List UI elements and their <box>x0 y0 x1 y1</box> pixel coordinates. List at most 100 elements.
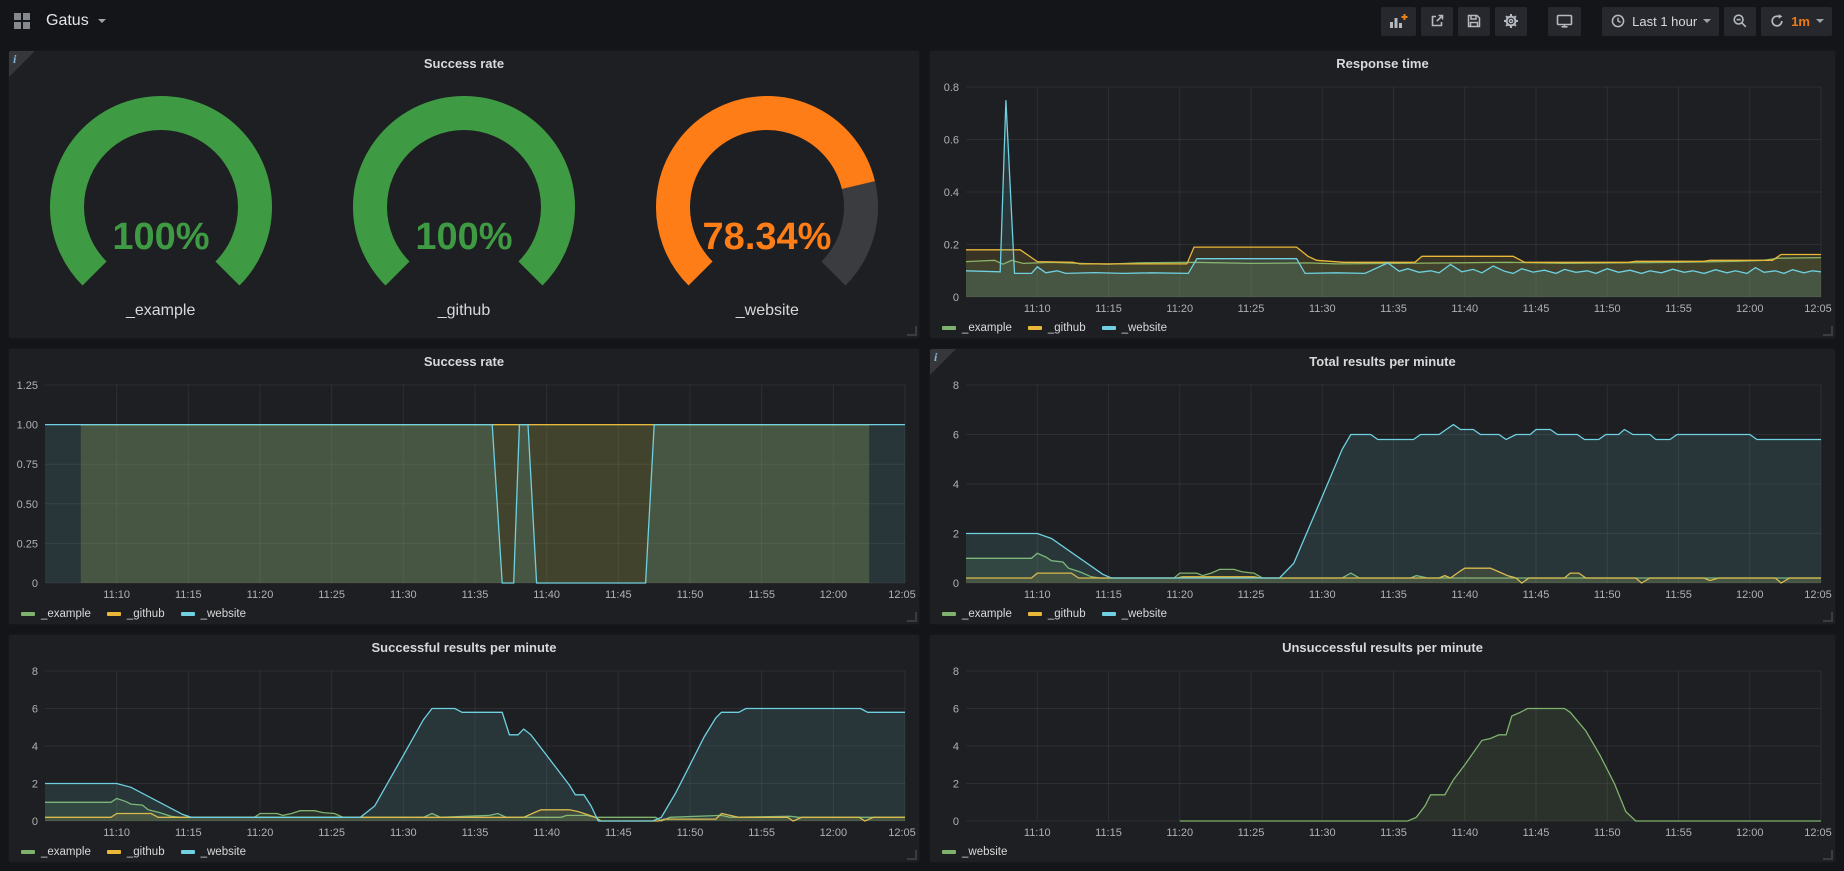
share-dashboard-button[interactable] <box>1421 7 1453 36</box>
x-axis-tick-label: 11:45 <box>1523 827 1550 839</box>
chevron-down-icon <box>98 19 106 23</box>
x-axis-tick-label: 11:45 <box>1523 303 1550 315</box>
chart-area[interactable]: 11:1011:1511:2011:2511:3011:3511:4011:45… <box>930 375 1835 603</box>
y-axis-tick-label: 0 <box>32 816 38 828</box>
x-axis-tick-label: 12:05 <box>1804 303 1832 315</box>
chart-canvas[interactable]: 11:1011:1511:2011:2511:3011:3511:4011:45… <box>930 375 1835 603</box>
x-axis-tick-label: 11:50 <box>1594 303 1621 315</box>
panel-resize-handle[interactable] <box>1823 850 1833 860</box>
chart-canvas[interactable]: 11:1011:1511:2011:2511:3011:3511:4011:45… <box>9 661 919 841</box>
x-axis-tick-label: 11:30 <box>1309 589 1336 601</box>
panel-info-corner[interactable]: i <box>930 349 956 375</box>
legend-item-_example[interactable]: _example <box>942 322 1012 334</box>
y-axis-tick-label: 2 <box>953 529 959 541</box>
x-axis-tick-label: 11:40 <box>1451 303 1478 315</box>
legend-item-_website[interactable]: _website <box>181 846 246 858</box>
legend-item-_example[interactable]: _example <box>942 608 1012 620</box>
legend-item-_website[interactable]: _website <box>181 608 246 620</box>
panel-total-results: i Total results per minute 11:10 11:15 11:… <box>929 348 1836 625</box>
chart-legend: _example _github _website <box>930 317 1835 338</box>
panel-title[interactable]: Total results per minute <box>930 349 1835 375</box>
x-axis-tick-label: 11:10 <box>103 589 130 601</box>
gauge-row: 100%_example100%_github78.34%_website <box>9 77 919 338</box>
chart-canvas[interactable]: 11:1011:1511:2011:2511:3011:3511:4011:45… <box>930 77 1835 317</box>
legend-item-_example[interactable]: _example <box>21 846 91 858</box>
legend-series-color <box>1028 612 1042 616</box>
panel-title[interactable]: Successful results per minute <box>9 635 919 661</box>
panel-unsuccessful-results: Unsuccessful results per minute 11:1011:… <box>929 634 1836 863</box>
x-axis-tick-label: 11:30 <box>1309 303 1336 315</box>
gauge-_example: 100%_example <box>11 91 311 320</box>
chart-area[interactable]: 11:1011:1511:2011:2511:3011:3511:4011:45… <box>9 375 919 603</box>
refresh-interval-label: 1m <box>1791 14 1810 29</box>
legend-item-_github[interactable]: _github <box>107 846 165 858</box>
legend-series-name: _github <box>127 846 165 858</box>
legend-item-_website[interactable]: _website <box>1102 322 1167 334</box>
legend-series-name: _example <box>41 608 91 620</box>
legend-item-_website[interactable]: _website <box>942 846 1007 858</box>
x-axis-tick-label: 11:30 <box>390 827 417 839</box>
zoom-out-button[interactable] <box>1724 7 1756 36</box>
x-axis-tick-label: 11:10 <box>1024 589 1051 601</box>
chart-area[interactable]: 11:1011:1511:2011:2511:3011:3511:4011:45… <box>930 661 1835 841</box>
time-range-picker-button[interactable]: Last 1 hour <box>1602 7 1719 36</box>
x-axis-tick-label: 11:40 <box>1451 827 1478 839</box>
x-axis-tick-label: 11:55 <box>748 589 775 601</box>
x-axis-tick-label: 11:35 <box>462 589 489 601</box>
legend-item-_github[interactable]: _github <box>1028 322 1086 334</box>
chart-area[interactable]: 11:1011:1511:2011:2511:3011:3511:4011:45… <box>9 661 919 841</box>
x-axis-tick-label: 12:05 <box>1804 589 1832 601</box>
y-axis-tick-label: 0.75 <box>17 459 38 471</box>
x-axis-tick-label: 11:15 <box>175 589 202 601</box>
legend-item-_github[interactable]: _github <box>1028 608 1086 620</box>
y-axis-tick-label: 6 <box>953 704 959 716</box>
x-axis-tick-label: 11:30 <box>1309 827 1336 839</box>
y-axis-tick-label: 8 <box>32 666 38 678</box>
x-axis-tick-label: 11:50 <box>677 827 704 839</box>
panel-resize-handle[interactable] <box>907 326 917 336</box>
legend-item-_github[interactable]: _github <box>107 608 165 620</box>
x-axis-tick-label: 11:50 <box>677 589 704 601</box>
gear-icon <box>1503 13 1519 29</box>
panel-title[interactable]: Success rate <box>9 349 919 375</box>
chart-canvas[interactable]: 11:1011:1511:2011:2511:3011:3511:4011:45… <box>9 375 919 603</box>
bar-chart-plus-icon <box>1389 13 1408 29</box>
y-axis-tick-label: 0 <box>953 816 959 828</box>
x-axis-tick-label: 12:05 <box>888 589 916 601</box>
panel-title[interactable]: Unsuccessful results per minute <box>930 635 1835 661</box>
refresh-picker-button[interactable]: 1m <box>1761 7 1832 36</box>
x-axis-tick-label: 11:20 <box>1166 303 1193 315</box>
gauge-arc: 78.34% <box>617 91 917 301</box>
legend-item-_website[interactable]: _website <box>1102 608 1167 620</box>
dashboards-grid-icon[interactable] <box>12 11 32 31</box>
panel-resize-handle[interactable] <box>907 850 917 860</box>
legend-series-name: _github <box>127 608 165 620</box>
save-dashboard-button[interactable] <box>1458 7 1490 36</box>
x-axis-tick-label: 11:50 <box>1594 589 1621 601</box>
panel-info-corner[interactable]: i <box>9 51 35 77</box>
panel-success-rate-graph: Success rate 11:1011:1511:2011:2511:3011… <box>8 348 920 625</box>
x-axis-tick-label: 12:00 <box>1736 827 1764 839</box>
x-axis-tick-label: 11:55 <box>1665 827 1692 839</box>
panel-title[interactable]: Response time <box>930 51 1835 77</box>
panel-resize-handle[interactable] <box>1823 612 1833 622</box>
legend-item-_example[interactable]: _example <box>21 608 91 620</box>
add-panel-button[interactable] <box>1381 7 1416 36</box>
x-axis-tick-label: 11:45 <box>605 589 632 601</box>
x-axis-tick-label: 11:15 <box>1095 589 1122 601</box>
y-axis-tick-label: 6 <box>953 430 959 442</box>
y-axis-tick-label: 4 <box>953 479 959 491</box>
gauge-_website: 78.34%_website <box>617 91 917 320</box>
chart-canvas[interactable]: 11:1011:1511:2011:2511:3011:3511:4011:45… <box>930 661 1835 841</box>
cycle-view-mode-button[interactable] <box>1548 7 1581 36</box>
chart-area[interactable]: 11:1011:1511:2011:2511:3011:3511:4011:45… <box>930 77 1835 317</box>
navbar-toolbar: Last 1 hour 1m <box>1381 7 1832 36</box>
panel-resize-handle[interactable] <box>907 612 917 622</box>
panel-title[interactable]: Success rate <box>9 51 919 77</box>
dashboard-settings-button[interactable] <box>1495 7 1527 36</box>
dashboard-title-dropdown[interactable]: Gatus <box>46 12 106 30</box>
panel-resize-handle[interactable] <box>1823 326 1833 336</box>
legend-series-color <box>107 612 121 616</box>
dashboard-grid: i Success rate 100%_example100%_github78… <box>0 42 1844 871</box>
y-axis-tick-label: 1.00 <box>17 420 38 432</box>
